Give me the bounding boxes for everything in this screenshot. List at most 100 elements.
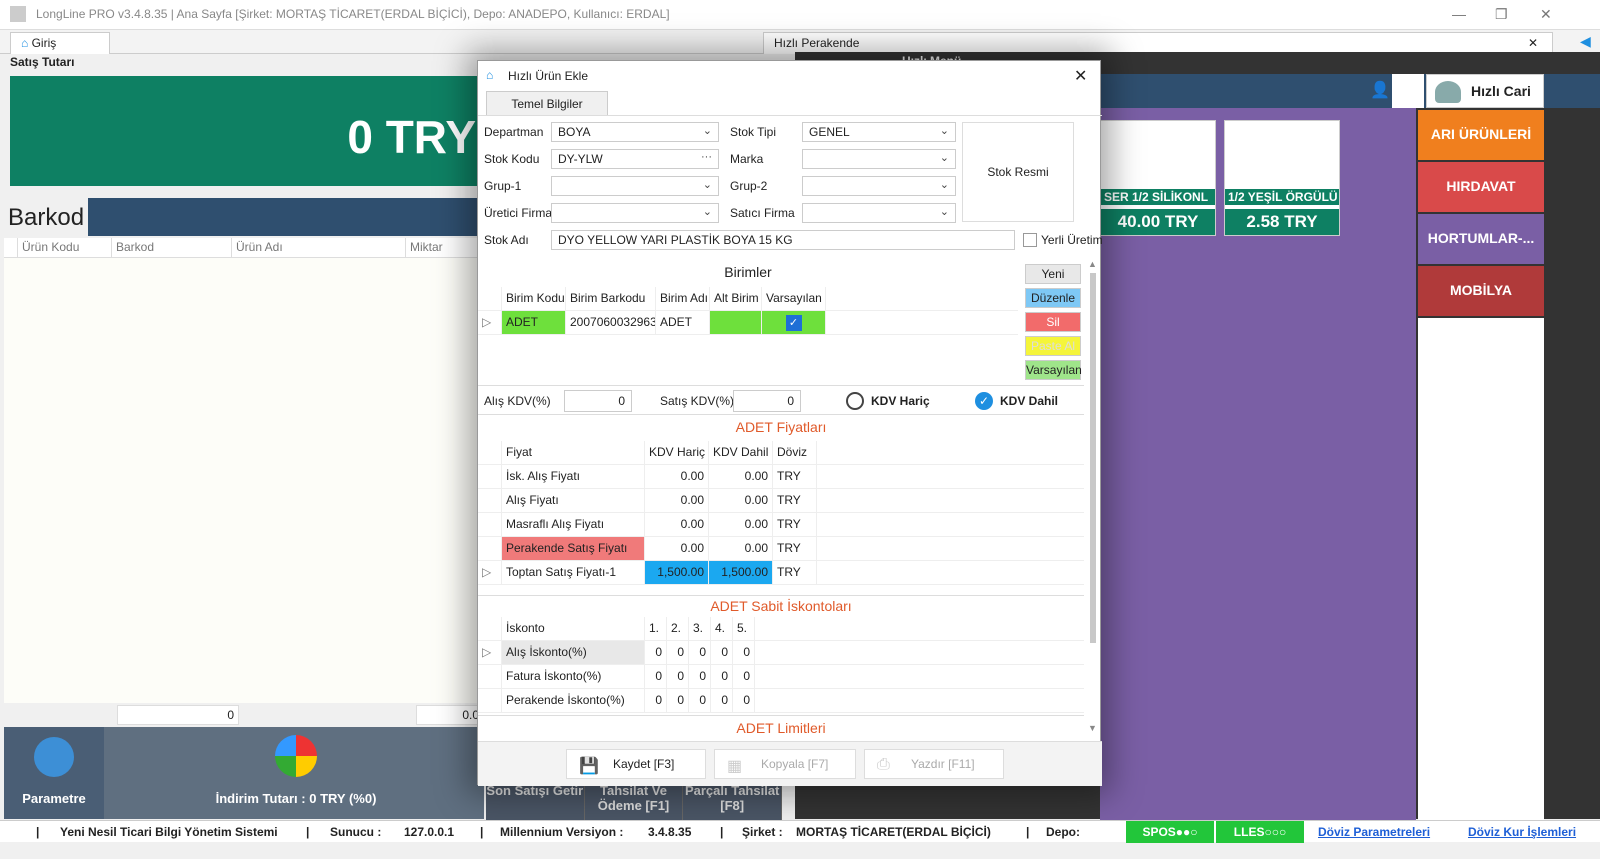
close-tab-icon[interactable]: ✕ xyxy=(1528,36,1538,50)
col-birim-adi[interactable]: Birim Adı xyxy=(656,287,710,310)
cell-doviz[interactable]: TRY xyxy=(773,465,817,488)
discount-box[interactable]: İndirim Tutarı : 0 TRY (%0) xyxy=(108,727,484,819)
cell-iskonto-value[interactable]: 0 xyxy=(711,665,733,688)
table-row[interactable]: ▷ ADET 2007060032963 ADET ✓ xyxy=(478,311,1018,335)
doviz-parametreleri-link[interactable]: Döviz Parametreleri xyxy=(1318,825,1430,839)
stok-kodu-field[interactable]: DY-YLW ··· xyxy=(551,149,719,169)
col-iskonto[interactable]: İskonto xyxy=(502,617,645,640)
cell-birim-barkodu[interactable]: 2007060032963 xyxy=(566,311,656,334)
sil-button[interactable]: Sil xyxy=(1025,312,1081,332)
category-mobilya[interactable]: MOBİLYA xyxy=(1418,266,1544,316)
cell-doviz[interactable]: TRY xyxy=(773,489,817,512)
cell-kdv-dahil[interactable]: 0.00 xyxy=(709,465,773,488)
cell-iskonto-value[interactable]: 0 xyxy=(711,641,733,664)
col-alt-birim[interactable]: Alt Birim xyxy=(710,287,762,310)
cell-birim-kodu[interactable]: ADET xyxy=(502,311,566,334)
maximize-icon[interactable]: ❐ xyxy=(1495,6,1508,23)
cell-kdv-dahil[interactable]: 0.00 xyxy=(709,537,773,560)
satici-firma-select[interactable]: ⌄ xyxy=(802,203,956,223)
varsayilan-button[interactable]: Varsayılan xyxy=(1025,360,1082,380)
hizli-cari-button[interactable]: Hızlı Cari xyxy=(1426,74,1544,108)
col-1[interactable]: 1. xyxy=(645,617,667,640)
alis-kdv-input[interactable]: 0 xyxy=(564,390,632,412)
cell-kdv-dahil[interactable]: 0.00 xyxy=(709,489,773,512)
collapse-arrow-icon[interactable]: ◀ xyxy=(1580,33,1591,50)
col-urun-adi[interactable]: Ürün Adı xyxy=(232,238,406,257)
table-row[interactable]: İsk. Alış Fiyatı 0.00 0.00 TRY xyxy=(478,465,1084,489)
tab-giris[interactable]: ⌂ Giriş xyxy=(10,32,110,54)
checkbox-checked-icon[interactable]: ✓ xyxy=(785,315,802,331)
category-hirdavat[interactable]: HIRDAVAT xyxy=(1418,162,1544,212)
doviz-kur-islemleri-link[interactable]: Döviz Kur İşlemleri xyxy=(1468,825,1576,839)
kdv-haric-radio[interactable] xyxy=(846,392,864,410)
cell-kdv-haric[interactable]: 1,500.00 xyxy=(645,561,709,584)
cell-kdv-haric[interactable]: 0.00 xyxy=(645,513,709,536)
table-row[interactable]: ▷ Toptan Satış Fiyatı-1 1,500.00 1,500.0… xyxy=(478,561,1084,585)
col-miktar[interactable]: Miktar xyxy=(406,238,484,257)
table-row[interactable]: ▷ Alış İskonto(%) 0 0 0 0 0 xyxy=(478,641,1084,665)
row-expand-icon[interactable]: ▷ xyxy=(478,561,502,584)
cell-kdv-haric[interactable]: 0.00 xyxy=(645,537,709,560)
table-row[interactable]: Perakende Satış Fiyatı 0.00 0.00 TRY xyxy=(478,537,1084,561)
cell-iskonto-value[interactable]: 0 xyxy=(667,689,689,712)
grup1-select[interactable]: ⌄ xyxy=(551,176,719,196)
scroll-down-icon[interactable]: ▼ xyxy=(1088,723,1097,733)
col-5[interactable]: 5. xyxy=(733,617,755,640)
cell-iskonto-value[interactable]: 0 xyxy=(689,665,711,688)
scroll-thumb[interactable] xyxy=(1090,273,1096,643)
cell-varsayilan[interactable]: ✓ xyxy=(762,311,826,334)
cell-iskonto-value[interactable]: 0 xyxy=(733,641,755,664)
user-edit-icon[interactable] xyxy=(1392,74,1424,108)
ellipsis-icon[interactable]: ··· xyxy=(701,151,712,163)
parametre-button[interactable]: Parametre xyxy=(4,727,104,819)
cell-iskonto-value[interactable]: 0 xyxy=(711,689,733,712)
paste-al-button[interactable]: Paste Al xyxy=(1025,336,1081,356)
product-card[interactable]: 1/2 YEŞİL ÖRGÜLÜ 2.58 TRY xyxy=(1224,120,1340,236)
yeni-button[interactable]: Yeni xyxy=(1025,264,1081,284)
cell-kdv-haric[interactable]: 0.00 xyxy=(645,465,709,488)
kdv-dahil-radio[interactable]: ✓ xyxy=(975,392,993,410)
cell-iskonto-value[interactable]: 0 xyxy=(645,641,667,664)
cell-doviz[interactable]: TRY xyxy=(773,513,817,536)
marka-select[interactable]: ⌄ xyxy=(802,149,956,169)
cell-iskonto-value[interactable]: 0 xyxy=(645,665,667,688)
stok-adi-input[interactable]: DYO YELLOW YARI PLASTİK BOYA 15 KG xyxy=(551,230,1015,250)
product-card[interactable]: SER 1/2 SİLİKONL 40.00 TRY xyxy=(1100,120,1216,236)
close-icon[interactable]: ✕ xyxy=(1074,66,1087,86)
user-icon[interactable]: 👤 xyxy=(1370,80,1390,100)
cell-kdv-dahil[interactable]: 1,500.00 xyxy=(709,561,773,584)
col-birim-barkodu[interactable]: Birim Barkodu xyxy=(566,287,656,310)
cell-kdv-dahil[interactable]: 0.00 xyxy=(709,513,773,536)
stok-tipi-select[interactable]: GENEL ⌄ xyxy=(802,122,956,142)
col-kdv-dahil[interactable]: KDV Dahil xyxy=(709,441,773,464)
cell-iskonto-value[interactable]: 0 xyxy=(667,641,689,664)
duzenle-button[interactable]: Düzenle xyxy=(1025,288,1081,308)
row-expand-icon[interactable]: ▷ xyxy=(478,641,502,664)
table-row[interactable]: Alış Fiyatı 0.00 0.00 TRY xyxy=(478,489,1084,513)
table-row[interactable]: Perakende İskonto(%) 0 0 0 0 0 xyxy=(478,689,1084,713)
col-kdv-haric[interactable]: KDV Hariç xyxy=(645,441,709,464)
col-3[interactable]: 3. xyxy=(689,617,711,640)
row-expand-icon[interactable]: ▷ xyxy=(478,311,502,334)
minimize-icon[interactable]: — xyxy=(1452,6,1466,22)
col-birim-kodu[interactable]: Birim Kodu xyxy=(502,287,566,310)
kaydet-button[interactable]: 💾 Kaydet [F3] xyxy=(566,749,706,779)
cell-iskonto-value[interactable]: 0 xyxy=(733,665,755,688)
cell-iskonto-value[interactable]: 0 xyxy=(689,641,711,664)
col-2[interactable]: 2. xyxy=(667,617,689,640)
col-barkod[interactable]: Barkod xyxy=(112,238,232,257)
kopyala-button[interactable]: ▦ Kopyala [F7] xyxy=(714,749,856,779)
category-ari-urunleri[interactable]: ARI ÜRÜNLERİ xyxy=(1418,110,1544,160)
grup2-select[interactable]: ⌄ xyxy=(802,176,956,196)
departman-select[interactable]: BOYA ⌄ xyxy=(551,122,719,142)
yazdir-button[interactable]: ⎙ Yazdır [F11] xyxy=(864,749,1004,779)
col-varsayilan[interactable]: Varsayılan xyxy=(762,287,826,310)
cell-alt-birim[interactable] xyxy=(710,311,762,334)
yerli-uretim-checkbox[interactable] xyxy=(1023,233,1037,247)
cell-iskonto-value[interactable]: 0 xyxy=(733,689,755,712)
col-fiyat[interactable]: Fiyat xyxy=(502,441,645,464)
cell-doviz[interactable]: TRY xyxy=(773,537,817,560)
sale-grid-body[interactable] xyxy=(4,258,484,703)
uretici-firma-select[interactable]: ⌄ xyxy=(551,203,719,223)
cell-iskonto-value[interactable]: 0 xyxy=(667,665,689,688)
